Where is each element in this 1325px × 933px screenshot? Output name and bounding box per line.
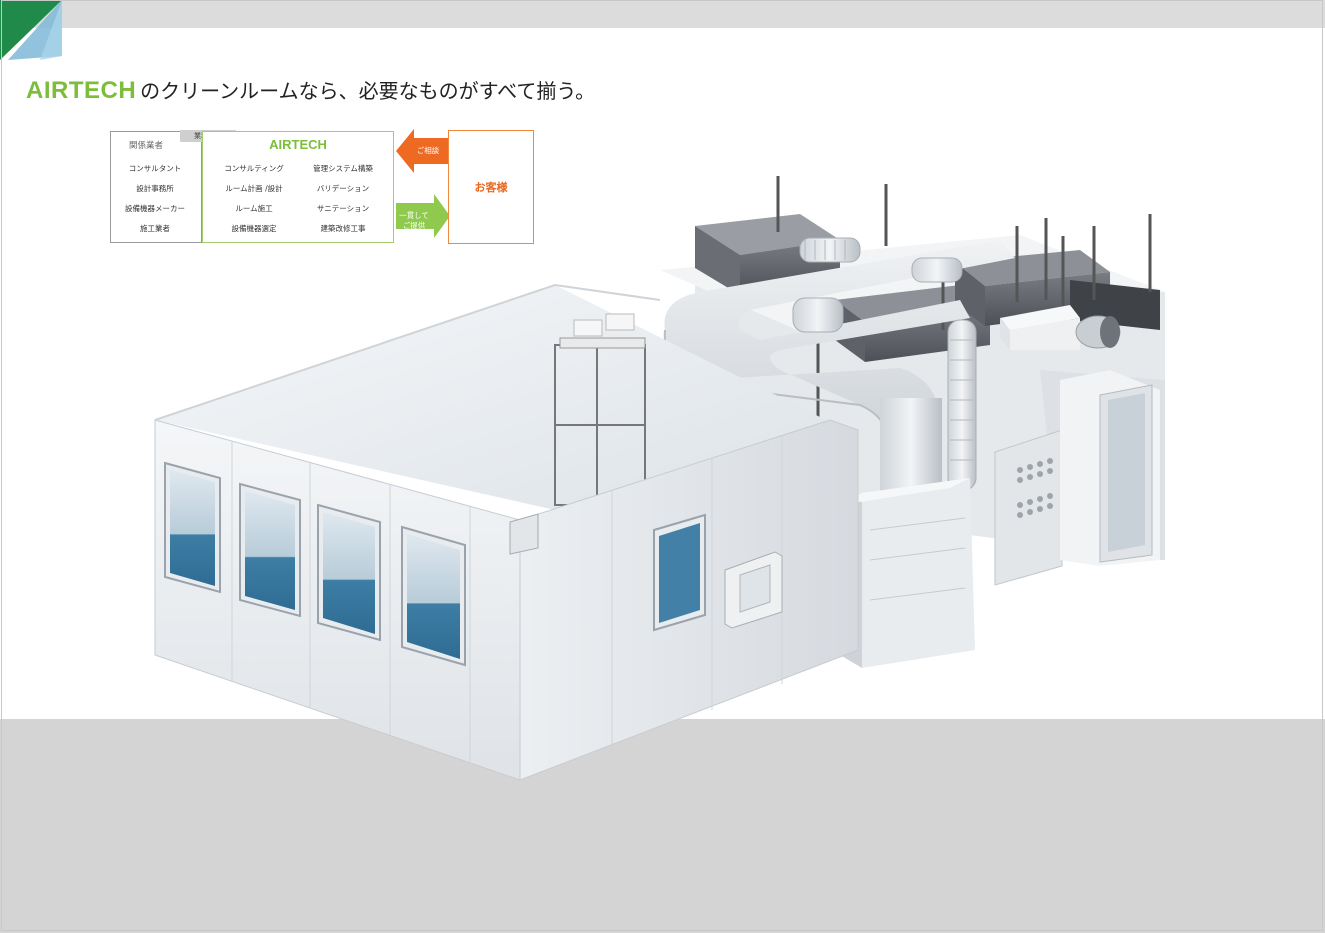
floor-band <box>0 719 1325 933</box>
airtech-box: AIRTECH コンサルティング ルーム計画 /設計 ルーム施工 設備機器選定 … <box>202 131 394 243</box>
vendors-title: 関係業者 <box>128 141 163 151</box>
provide-label-2: ご提供 <box>402 221 426 230</box>
consult-label: ご相談 <box>416 146 440 155</box>
top-band <box>0 0 1325 28</box>
page-headline: AIRTECH のクリーンルームなら、必要なものがすべて揃う。 <box>26 76 595 106</box>
headline-brand: AIRTECH <box>26 77 137 104</box>
airtech-service: 建築改修工事 <box>320 224 366 233</box>
airtech-service: バリデーション <box>316 184 370 193</box>
headline-text: のクリーンルームなら、必要なものがすべて揃う。 <box>140 79 596 103</box>
vendor-item: 設備機器メーカー <box>125 204 185 213</box>
customer-title: お客様 <box>474 181 508 194</box>
airtech-title: AIRTECH <box>269 137 327 152</box>
airtech-service: 管理システム構築 <box>313 164 373 173</box>
customer-box: お客様 <box>448 130 534 244</box>
airtech-service: サニテーション <box>316 204 370 213</box>
corner-brand-mark-icon <box>0 0 62 60</box>
vendors-box: 関係業者 コンサルタント 設計事務所 設備機器メーカー 施工業者 <box>110 131 202 243</box>
airtech-service: ルーム施工 <box>235 204 273 213</box>
vendor-item: 施工業者 <box>140 224 170 233</box>
airtech-service: コンサルティング <box>224 164 284 173</box>
vendor-item: 設計事務所 <box>136 184 174 193</box>
provide-label-1: 一貫して <box>399 211 429 220</box>
airtech-service: ルーム計画 /設計 <box>225 184 283 193</box>
vendor-item: コンサルタント <box>128 164 182 173</box>
airtech-service: 設備機器選定 <box>231 224 277 233</box>
